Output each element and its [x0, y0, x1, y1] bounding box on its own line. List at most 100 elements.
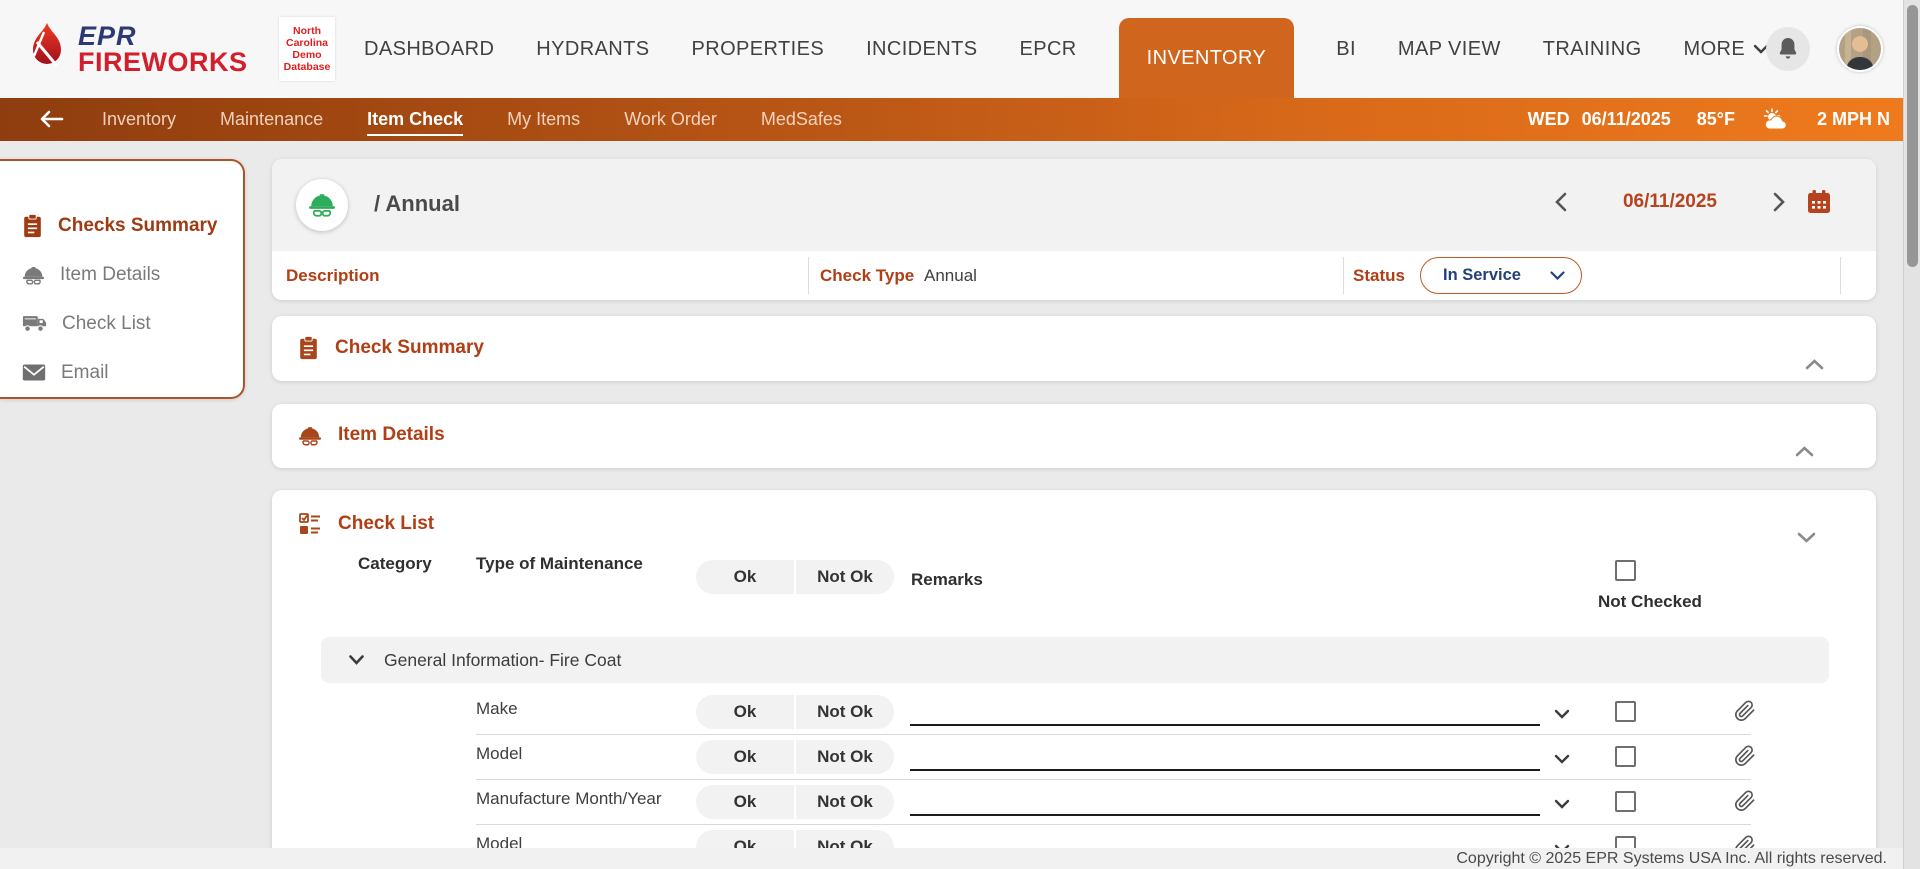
subtab-medsafes[interactable]: MedSafes	[739, 98, 864, 141]
description-label: Description	[286, 266, 380, 286]
clipboard-icon	[22, 214, 43, 238]
attachment-icon[interactable]	[1734, 699, 1756, 728]
column-remarks: Remarks	[911, 570, 983, 590]
helmet-icon	[22, 265, 45, 285]
nav-epcr[interactable]: EPCR	[1019, 38, 1076, 61]
check-list-title: Check List	[338, 513, 434, 535]
collapse-check-summary-button[interactable]	[1805, 357, 1824, 375]
sidebar-item-label: Check List	[62, 313, 151, 335]
remarks-input[interactable]	[910, 724, 1540, 726]
not-checked-checkbox[interactable]	[1615, 746, 1636, 767]
clipboard-icon	[298, 336, 319, 360]
nav-map-view[interactable]: MAP VIEW	[1398, 38, 1501, 61]
chevron-right-icon	[1773, 192, 1786, 212]
back-button[interactable]	[38, 109, 64, 134]
nav-properties[interactable]: PROPERTIES	[692, 38, 825, 61]
attachment-icon[interactable]	[1734, 744, 1756, 773]
chevron-up-icon	[1805, 359, 1824, 370]
subtab-maintenance[interactable]: Maintenance	[198, 98, 345, 141]
check-header-card: / Annual 06/11/2025	[272, 159, 1876, 300]
logo[interactable]: EPR FIREWORKS	[24, 22, 248, 76]
selected-date: 06/11/2025	[1623, 191, 1717, 213]
not-ok-button[interactable]: Not Ok	[796, 785, 894, 819]
not-ok-header-button[interactable]: Not Ok	[796, 560, 894, 594]
not-checked-checkbox[interactable]	[1615, 701, 1636, 722]
sidebar-item-label: Email	[61, 362, 109, 384]
check-row-model: Model Ok Not Ok	[272, 735, 1876, 780]
top-header: EPR FIREWORKS North Carolina Demo Databa…	[0, 0, 1920, 98]
subtab-work-order[interactable]: Work Order	[602, 98, 739, 141]
header-ok-notok-buttons: Ok Not Ok	[696, 560, 894, 594]
column-type-of-maintenance: Type of Maintenance	[476, 554, 643, 574]
date-value: 06/11/2025	[1582, 109, 1671, 130]
calendar-picker-button[interactable]	[1806, 189, 1832, 215]
expand-check-list-button[interactable]	[1797, 530, 1816, 548]
current-date: WED 06/11/2025	[1528, 109, 1671, 130]
nav-training[interactable]: TRAINING	[1543, 38, 1642, 61]
subtab-inventory[interactable]: Inventory	[80, 98, 198, 141]
wind: 2 MPH N	[1817, 109, 1890, 130]
ok-header-button[interactable]: Ok	[696, 560, 794, 594]
nav-inventory-active[interactable]: INVENTORY	[1119, 18, 1295, 98]
previous-date-button[interactable]	[1554, 192, 1567, 212]
item-details-section: Item Details	[272, 404, 1876, 468]
status-select[interactable]: In Service	[1420, 257, 1582, 294]
sub-tabs: Inventory Maintenance Item Check My Item…	[80, 98, 864, 141]
flame-logo-icon	[24, 22, 70, 76]
sun-behind-cloud-icon	[1761, 108, 1791, 132]
not-checked-all-checkbox[interactable]	[1615, 560, 1636, 581]
sidebar-item-label: Checks Summary	[58, 215, 217, 237]
sidebar-item-email[interactable]: Email	[0, 348, 243, 397]
nav-incidents[interactable]: INCIDENTS	[866, 38, 977, 61]
inventory-sub-navigation: Inventory Maintenance Item Check My Item…	[0, 98, 1920, 141]
remarks-input[interactable]	[910, 814, 1540, 816]
remarks-expand-chevron-icon[interactable]	[1554, 751, 1570, 769]
check-type-value: Annual	[924, 266, 977, 286]
temperature: 85°F	[1697, 109, 1735, 130]
nav-more-label: MORE	[1684, 38, 1746, 61]
sidebar-item-checks-summary[interactable]: Checks Summary	[0, 201, 243, 250]
subtab-item-check-active[interactable]: Item Check	[345, 98, 485, 141]
row-label: Model	[476, 744, 522, 764]
brand-epr: EPR	[78, 23, 248, 49]
checks-sidebar: Checks Summary Item Details Check List	[0, 159, 245, 399]
weather-strip: WED 06/11/2025 85°F 2 MPH N	[1528, 98, 1890, 141]
row-label: Manufacture Month/Year	[476, 789, 662, 809]
calendar-icon	[1806, 189, 1832, 215]
bell-icon	[1777, 37, 1799, 61]
item-type-badge	[296, 179, 348, 231]
attachment-icon[interactable]	[1734, 789, 1756, 818]
scrollbar-thumb[interactable]	[1907, 5, 1918, 267]
remarks-expand-chevron-icon[interactable]	[1554, 706, 1570, 724]
database-badge: North Carolina Demo Database	[279, 17, 335, 81]
sidebar-item-item-details[interactable]: Item Details	[0, 250, 243, 299]
nav-dashboard[interactable]: DASHBOARD	[364, 38, 494, 61]
nav-hydrants[interactable]: HYDRANTS	[536, 38, 649, 61]
copyright-footer: Copyright © 2025 EPR Systems USA Inc. Al…	[0, 848, 1903, 869]
group-general-information-fire-coat[interactable]: General Information- Fire Coat	[321, 637, 1829, 683]
user-avatar[interactable]	[1837, 26, 1883, 72]
next-date-button[interactable]	[1773, 192, 1786, 212]
not-checked-checkbox[interactable]	[1615, 791, 1636, 812]
remarks-input[interactable]	[910, 769, 1540, 771]
check-row-manufacture-month-year: Manufacture Month/Year Ok Not Ok	[272, 780, 1876, 825]
not-ok-button[interactable]: Not Ok	[796, 740, 894, 774]
ok-button[interactable]: Ok	[696, 740, 794, 774]
ok-button[interactable]: Ok	[696, 785, 794, 819]
not-ok-button[interactable]: Not Ok	[796, 695, 894, 729]
main-navigation: DASHBOARD HYDRANTS PROPERTIES INCIDENTS …	[364, 0, 1769, 98]
ok-button[interactable]: Ok	[696, 695, 794, 729]
collapse-item-details-button[interactable]	[1795, 444, 1814, 462]
nav-bi[interactable]: BI	[1336, 38, 1356, 61]
subtab-my-items[interactable]: My Items	[485, 98, 602, 141]
sidebar-item-check-list[interactable]: Check List	[0, 299, 243, 348]
check-list-section: Check List Category Type of Maintenance …	[272, 490, 1876, 869]
weekday: WED	[1528, 109, 1570, 130]
notifications-button[interactable]	[1766, 27, 1810, 71]
nav-more[interactable]: MORE	[1684, 38, 1770, 61]
column-category: Category	[358, 554, 432, 574]
chevron-left-icon	[1554, 192, 1567, 212]
remarks-expand-chevron-icon[interactable]	[1554, 796, 1570, 814]
not-checked-label: Not Checked	[1598, 592, 1702, 612]
avatar-photo	[1839, 28, 1881, 70]
